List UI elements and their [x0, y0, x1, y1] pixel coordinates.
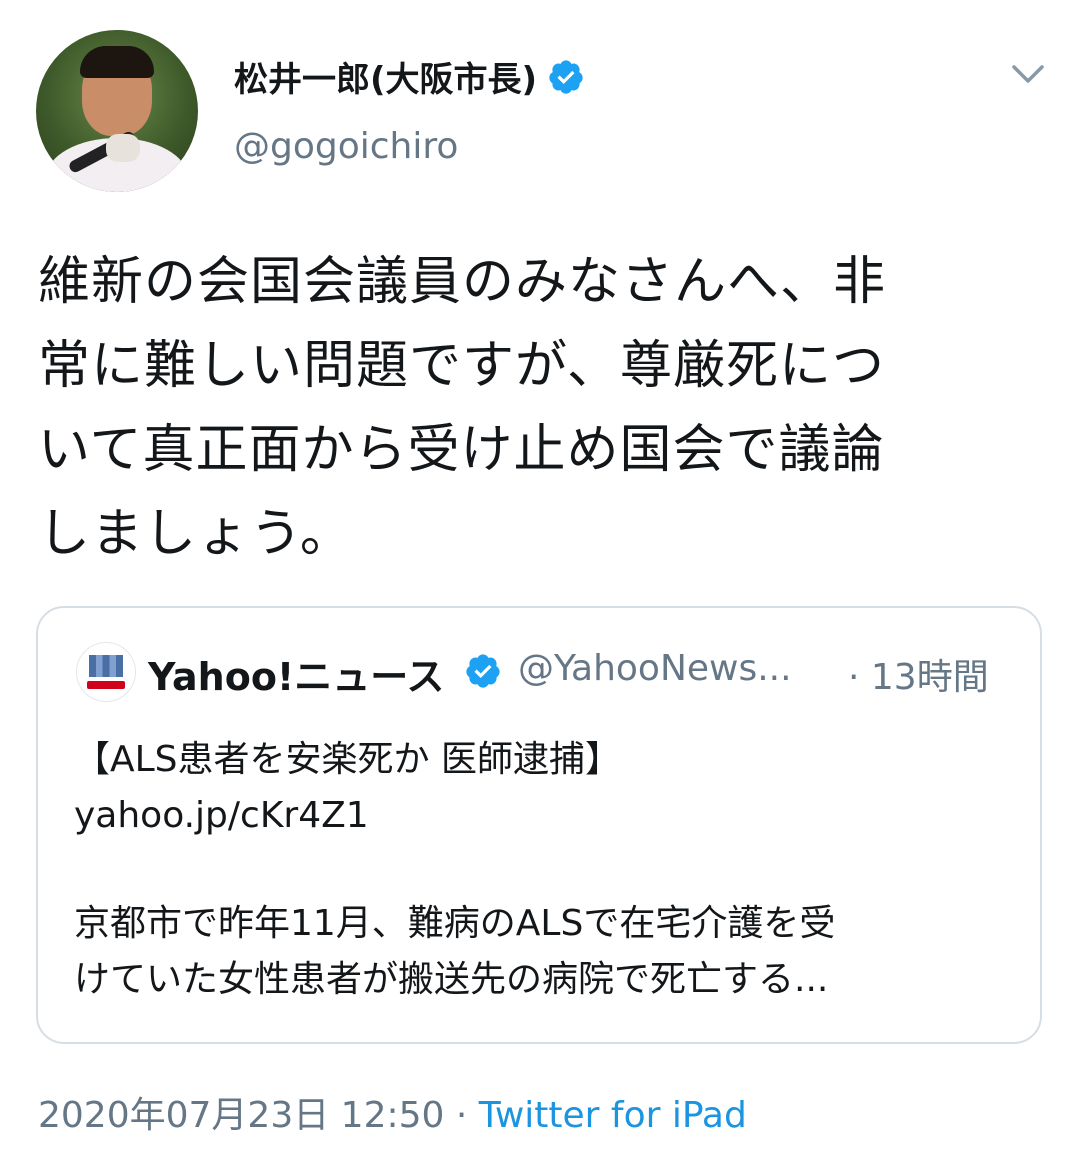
quoted-tweet[interactable]: Yahoo!ニュース @YahooNews... · 13時間 【ALS患者を安…	[36, 606, 1042, 1044]
footer-separator: ·	[455, 1095, 468, 1136]
tweet-line: 維新の会国会議員のみなさんへ、非	[38, 252, 887, 312]
yahoo-logo-bar	[87, 681, 125, 689]
quote-spacer	[74, 844, 1014, 896]
tweet-client-link[interactable]: Twitter for iPad	[479, 1095, 747, 1136]
verified-badge-icon	[549, 59, 583, 94]
avatar[interactable]	[36, 30, 198, 192]
avatar-hair	[80, 46, 154, 78]
user-handle[interactable]: @gogoichiro	[234, 126, 458, 167]
tweet-line: しましょう。	[38, 504, 353, 564]
quote-body-line: 京都市で昨年11月、難病のALSで在宅介護を受	[74, 903, 836, 944]
tweet-text: 維新の会国会議員のみなさんへ、非 常に難しい問題ですが、尊厳死につ いて真正面か…	[38, 240, 1048, 576]
chevron-down-icon[interactable]	[1008, 58, 1048, 88]
tweet-footer: 2020年07月23日 12:50 · Twitter for iPad	[38, 1086, 747, 1138]
quote-link[interactable]: yahoo.jp/cKr4Z1	[74, 788, 1014, 844]
yahoo-logo-graphic	[89, 655, 123, 677]
display-name-row[interactable]: 松井一郎(大阪市長)	[234, 52, 585, 101]
quote-avatar[interactable]	[76, 642, 136, 702]
tweet-line: 常に難しい問題ですが、尊厳死につ	[38, 336, 885, 396]
tweet-line: いて真正面から受け止め国会で議論	[38, 420, 885, 480]
quote-headline: 【ALS患者を安楽死か 医師逮捕】	[74, 739, 621, 780]
verified-badge-icon	[466, 654, 500, 688]
quote-body-line: けていた女性患者が搬送先の病院で死亡する...	[74, 959, 829, 1000]
quote-body: 【ALS患者を安楽死か 医師逮捕】 yahoo.jp/cKr4Z1 京都市で昨年…	[74, 732, 1014, 1008]
quote-handle[interactable]: @YahooNews...	[518, 648, 792, 689]
tweet-timestamp[interactable]: 2020年07月23日 12:50	[38, 1095, 444, 1136]
quote-timestamp[interactable]: · 13時間	[848, 648, 989, 700]
avatar-hand	[106, 134, 140, 162]
quote-display-name[interactable]: Yahoo!ニュース	[148, 646, 444, 701]
display-name[interactable]: 松井一郎(大阪市長)	[234, 52, 537, 101]
